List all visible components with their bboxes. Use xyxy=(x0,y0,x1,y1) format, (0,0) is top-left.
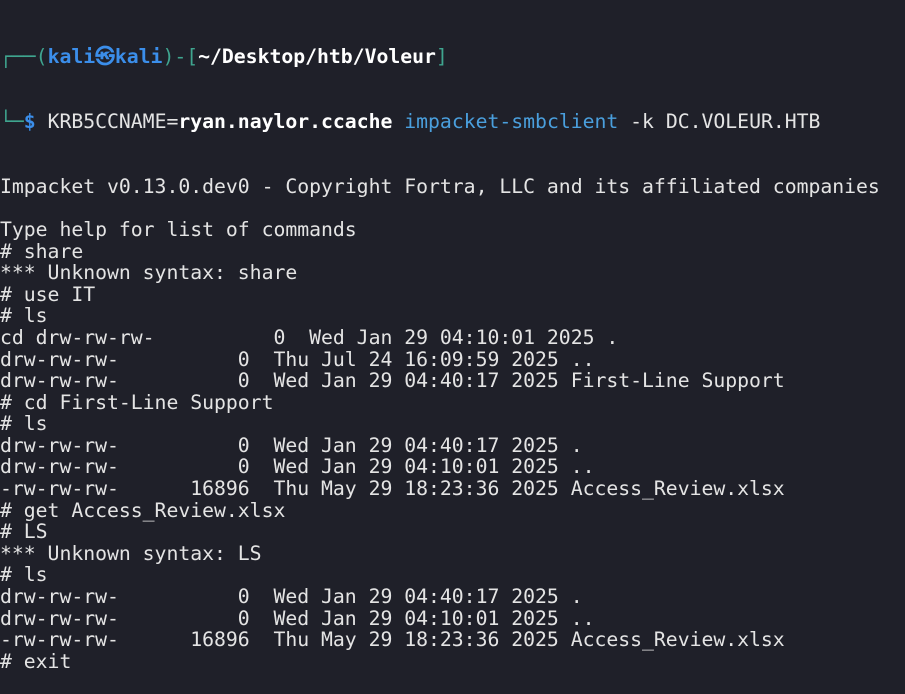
output-line: drw-rw-rw- 0 Wed Jan 29 04:40:17 2025 Fi… xyxy=(0,369,785,393)
env-var: KRB5CCNAME= xyxy=(47,109,179,133)
output-line: Impacket v0.13.0.dev0 - Copyright Fortra… xyxy=(0,174,880,198)
command: impacket-smbclient xyxy=(404,109,619,133)
output-line: Type help for list of commands xyxy=(0,217,357,241)
output-line: # LS xyxy=(0,520,48,544)
output-line: cd drw-rw-rw- 0 Wed Jan 29 04:10:01 2025… xyxy=(0,325,619,349)
output-line: # ls xyxy=(0,304,48,328)
output-line: *** Unknown syntax: share xyxy=(0,261,298,285)
prompt-line-2: └─$ KRB5CCNAME=ryan.naylor.ccache impack… xyxy=(0,109,821,133)
output-line: -rw-rw-rw- 16896 Thu May 29 18:23:36 202… xyxy=(0,628,785,652)
terminal-output: Impacket v0.13.0.dev0 - Copyright Fortra… xyxy=(0,176,880,673)
prompt-path: ~/Desktop/htb/Voleur xyxy=(198,45,436,69)
output-line: drw-rw-rw- 0 Thu Jul 24 16:09:59 2025 .. xyxy=(0,347,595,371)
output-line: drw-rw-rw- 0 Wed Jan 29 04:10:01 2025 .. xyxy=(0,455,595,479)
output-line: # share xyxy=(0,239,84,263)
skull-icon: ㉿ xyxy=(95,45,115,69)
output-line: drw-rw-rw- 0 Wed Jan 29 04:40:17 2025 . xyxy=(0,585,583,609)
output-line: # ls xyxy=(0,412,48,436)
output-line: # use IT xyxy=(0,282,96,306)
prompt-line-1: ┌──(kali㉿kali)-[~/Desktop/htb/Voleur] xyxy=(0,45,448,69)
output-line: *** Unknown syntax: LS xyxy=(0,541,262,565)
terminal[interactable]: ┌──(kali㉿kali)-[~/Desktop/htb/Voleur] └─… xyxy=(0,3,880,694)
output-line: -rw-rw-rw- 16896 Thu May 29 18:23:36 202… xyxy=(0,477,785,501)
output-line: drw-rw-rw- 0 Wed Jan 29 04:40:17 2025 . xyxy=(0,433,583,457)
output-line: drw-rw-rw- 0 Wed Jan 29 04:10:01 2025 .. xyxy=(0,606,595,630)
command-args: -k DC.VOLEUR.HTB xyxy=(618,109,821,133)
output-line: # get Access_Review.xlsx xyxy=(0,498,286,522)
output-line: # cd First-Line Support xyxy=(0,390,274,414)
prompt-user: kali xyxy=(47,45,96,69)
output-line: # ls xyxy=(0,563,48,587)
env-value: ryan.naylor.ccache xyxy=(178,109,393,133)
prompt-host: kali xyxy=(114,45,163,69)
output-line: # exit xyxy=(0,649,72,673)
